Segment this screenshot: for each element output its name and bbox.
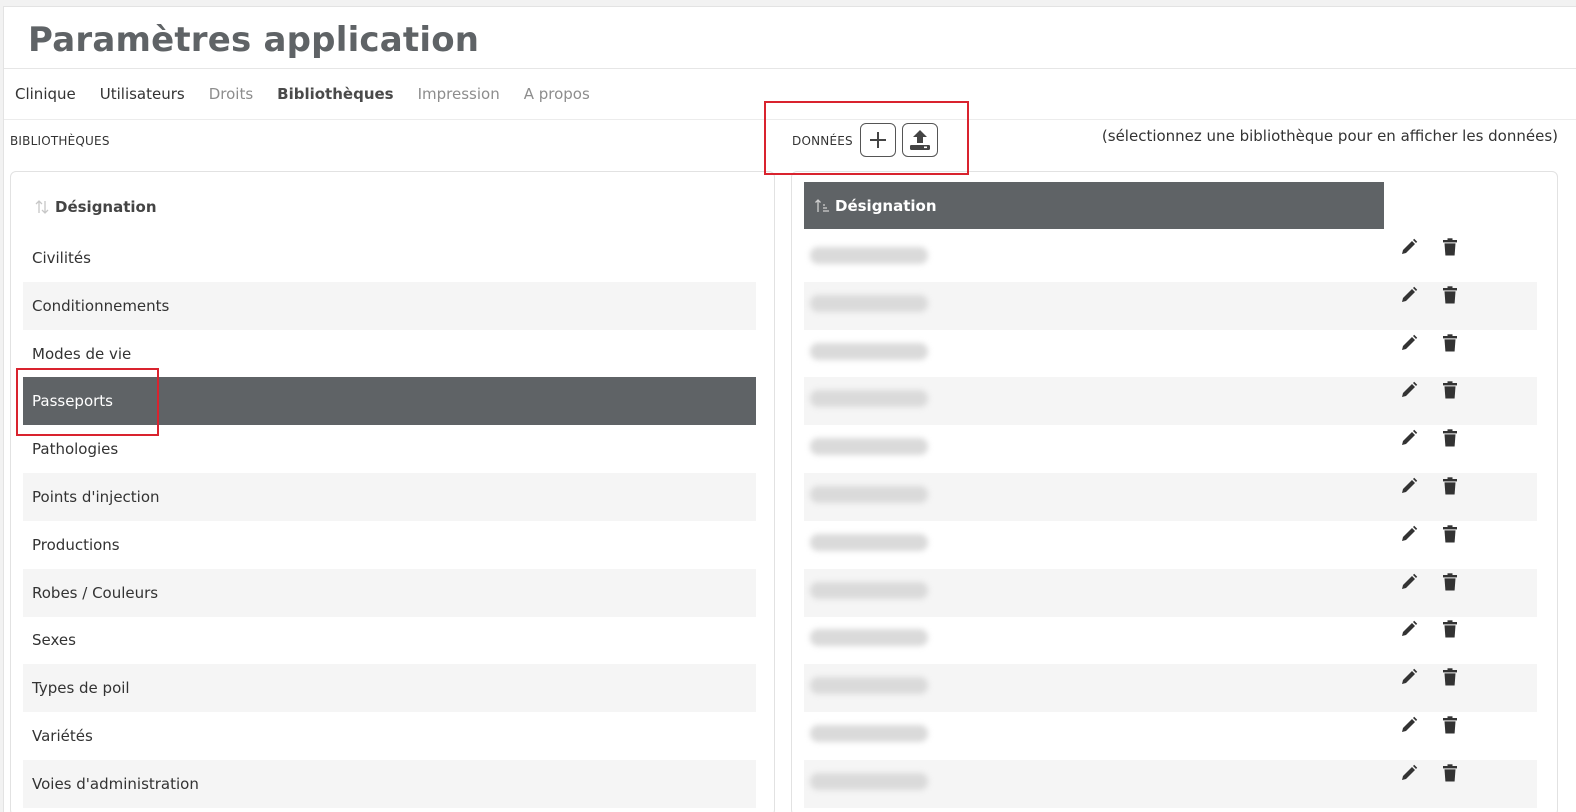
pencil-icon[interactable] — [1398, 571, 1420, 593]
pencil-icon[interactable] — [1398, 427, 1420, 449]
trash-icon[interactable] — [1439, 236, 1461, 258]
data-row[interactable] — [804, 330, 1537, 378]
library-item[interactable]: Variétés — [23, 712, 756, 760]
add-button[interactable] — [860, 123, 896, 157]
library-item[interactable]: Passeports — [23, 377, 756, 426]
title-divider — [4, 68, 1576, 69]
trash-icon[interactable] — [1439, 379, 1461, 401]
data-row[interactable] — [804, 712, 1537, 760]
data-row[interactable] — [804, 425, 1537, 473]
library-item[interactable]: Civilités — [23, 234, 756, 282]
library-item[interactable]: Robes / Couleurs — [23, 568, 756, 617]
tab-impression[interactable]: Impression — [418, 85, 500, 107]
data-section-label: DONNÉES — [792, 134, 853, 148]
blurred-value — [810, 438, 928, 456]
library-item[interactable]: Pathologies — [23, 425, 756, 473]
pencil-icon[interactable] — [1398, 714, 1420, 736]
trash-icon[interactable] — [1439, 666, 1461, 688]
blurred-value — [810, 533, 928, 551]
page-title: Paramètres application — [28, 20, 480, 60]
sort-icon — [35, 200, 49, 214]
data-row[interactable] — [804, 377, 1537, 426]
blurred-value — [810, 772, 928, 790]
tab-bibliotheques[interactable]: Bibliothèques — [277, 85, 393, 107]
blurred-value — [810, 294, 928, 312]
library-item-label: Modes de vie — [32, 344, 132, 363]
tab-utilisateurs[interactable]: Utilisateurs — [100, 85, 185, 107]
blurred-value — [810, 390, 928, 408]
pencil-icon[interactable] — [1398, 666, 1420, 688]
blurred-value — [810, 247, 928, 264]
pencil-icon[interactable] — [1398, 332, 1420, 354]
data-row[interactable] — [804, 234, 1537, 282]
trash-icon[interactable] — [1439, 523, 1461, 545]
library-item-label: Civilités — [32, 249, 91, 267]
tab-droits[interactable]: Droits — [209, 85, 253, 107]
library-item-label: Robes / Couleurs — [32, 583, 159, 602]
library-item-label: Points d'injection — [32, 488, 160, 506]
import-button[interactable] — [902, 123, 938, 157]
pencil-icon[interactable] — [1398, 284, 1420, 306]
libraries-column-header[interactable]: Désignation — [23, 198, 157, 216]
library-item[interactable]: Types de poil — [23, 664, 756, 713]
trash-icon[interactable] — [1439, 571, 1461, 593]
library-item-label: Types de poil — [32, 679, 130, 698]
blurred-value — [810, 677, 928, 695]
library-item[interactable]: Conditionnements — [23, 281, 756, 330]
trash-icon[interactable] — [1439, 618, 1461, 640]
data-row[interactable] — [804, 473, 1537, 521]
tabs-divider — [4, 119, 1576, 120]
blurred-value — [810, 725, 928, 742]
data-column-header[interactable]: Désignation — [804, 182, 1384, 229]
pencil-icon[interactable] — [1398, 379, 1420, 401]
trash-icon[interactable] — [1439, 714, 1461, 736]
trash-icon[interactable] — [1439, 762, 1461, 784]
data-row[interactable] — [804, 281, 1537, 330]
sort-asc-icon — [815, 198, 829, 212]
tab-a-propos[interactable]: A propos — [524, 85, 590, 107]
library-item[interactable]: Points d'injection — [23, 473, 756, 521]
library-item-label: Variétés — [32, 727, 93, 745]
blurred-value — [810, 342, 928, 360]
trash-icon[interactable] — [1439, 332, 1461, 354]
blurred-value — [810, 581, 928, 599]
library-item-label: Voies d'administration — [32, 774, 199, 793]
library-item-label: Productions — [32, 535, 120, 554]
trash-icon[interactable] — [1439, 427, 1461, 449]
libraries-section-label: BIBLIOTHÈQUES — [10, 134, 110, 148]
tab-clinique[interactable]: Clinique — [15, 85, 76, 107]
data-row[interactable] — [804, 759, 1537, 808]
pencil-icon[interactable] — [1398, 618, 1420, 640]
data-row[interactable] — [804, 521, 1537, 569]
library-item-label: Conditionnements — [32, 296, 170, 315]
trash-icon[interactable] — [1439, 475, 1461, 497]
library-item[interactable]: Modes de vie — [23, 330, 756, 378]
data-row[interactable] — [804, 616, 1537, 664]
library-item[interactable]: Voies d'administration — [23, 759, 756, 808]
library-item[interactable]: Productions — [23, 521, 756, 569]
pencil-icon[interactable] — [1398, 523, 1420, 545]
pencil-icon[interactable] — [1398, 762, 1420, 784]
library-item-label: Passeports — [32, 392, 113, 411]
blurred-value — [810, 629, 928, 647]
trash-icon[interactable] — [1439, 284, 1461, 306]
library-item[interactable]: Sexes — [23, 616, 756, 664]
data-column-label: Désignation — [835, 196, 937, 215]
libraries-column-label: Désignation — [55, 198, 157, 216]
library-item-label: Pathologies — [32, 440, 119, 459]
data-row[interactable] — [804, 664, 1537, 713]
data-row[interactable] — [804, 568, 1537, 617]
plus-icon — [870, 132, 886, 148]
upload-icon — [910, 130, 930, 150]
blurred-value — [810, 486, 928, 503]
data-hint: (sélectionnez une bibliothèque pour en a… — [1101, 127, 1558, 145]
library-item-label: Sexes — [32, 631, 76, 650]
pencil-icon[interactable] — [1398, 236, 1420, 258]
settings-tabs: Clinique Utilisateurs Droits Bibliothèqu… — [15, 85, 614, 107]
pencil-icon[interactable] — [1398, 475, 1420, 497]
